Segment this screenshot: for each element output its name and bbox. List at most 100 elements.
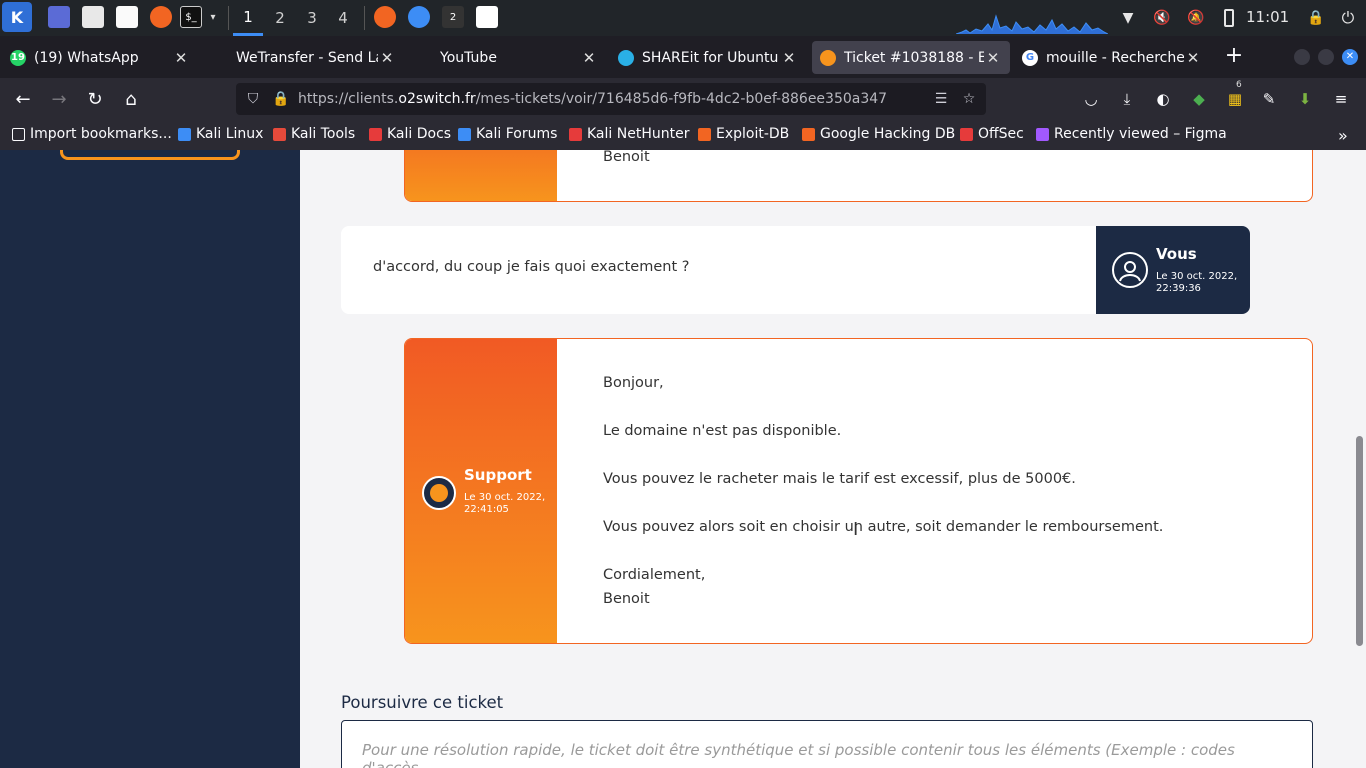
- bookmark-kali-forums[interactable]: Kali Forums: [458, 126, 557, 142]
- browser-tab-strip: 19 (19) WhatsApp ✕ WeTransfer - Send Lar…: [0, 36, 1366, 78]
- terminal-running-icon[interactable]: [476, 6, 498, 28]
- workspace-1[interactable]: 1: [233, 0, 263, 36]
- menu-icon[interactable]: ≡: [1330, 88, 1352, 110]
- follow-ticket-title: Poursuivre ce ticket: [341, 693, 504, 712]
- workspace-3[interactable]: 3: [297, 0, 327, 36]
- minimize-button[interactable]: [1294, 49, 1310, 65]
- workspace-2[interactable]: 2: [265, 0, 295, 36]
- url-prefix: https://clients.: [298, 91, 399, 107]
- mute-icon[interactable]: 🔇: [1152, 8, 1172, 28]
- bookmark-offsec[interactable]: OffSec: [960, 126, 1024, 142]
- url-text[interactable]: https://clients.o2switch.fr/mes-tickets/…: [298, 91, 887, 107]
- bookmark-figma[interactable]: Recently viewed – Figma: [1036, 126, 1227, 142]
- workspace-4[interactable]: 4: [328, 0, 358, 36]
- pocket-icon[interactable]: ◡: [1080, 88, 1102, 110]
- nethunter-icon: [569, 127, 582, 141]
- notifications-off-icon[interactable]: 🔕: [1186, 8, 1206, 28]
- kali-tools-icon: [273, 127, 286, 141]
- download-arrow-icon[interactable]: ⬇: [1294, 88, 1316, 110]
- tab-shareit[interactable]: SHAREit for Ubuntu Fr ✕: [610, 41, 806, 74]
- bookmark-star-icon[interactable]: ☆: [960, 90, 978, 108]
- offsec-icon: [960, 127, 973, 141]
- file-manager-icon[interactable]: [82, 6, 104, 28]
- tab-youtube[interactable]: YouTube ✕: [408, 41, 606, 74]
- extension-badge: 6: [1236, 80, 1242, 90]
- close-icon[interactable]: ✕: [780, 49, 798, 67]
- close-icon[interactable]: ✕: [1184, 49, 1202, 67]
- url-domain: o2switch.fr: [398, 91, 476, 107]
- more-bookmarks-icon[interactable]: »: [1338, 126, 1348, 145]
- tab-title: WeTransfer - Send Lar: [236, 49, 378, 66]
- kali-icon: [178, 127, 191, 141]
- bookmark-google-hacking-db[interactable]: Google Hacking DB: [802, 126, 955, 142]
- firefox-icon[interactable]: [150, 6, 172, 28]
- extension-icon[interactable]: ◆: [1188, 88, 1210, 110]
- reader-view-icon[interactable]: ☰: [932, 90, 950, 108]
- pen-icon[interactable]: ✎: [1258, 88, 1280, 110]
- home-button[interactable]: ⌂: [118, 86, 144, 112]
- kali-menu-icon[interactable]: K: [2, 2, 32, 32]
- bookmarks-bar: Import bookmarks... Kali Linux Kali Tool…: [0, 120, 1366, 150]
- close-icon[interactable]: ✕: [984, 49, 1002, 67]
- text-editor-icon[interactable]: [116, 6, 138, 28]
- bookmark-label: Kali NetHunter: [587, 126, 690, 142]
- maximize-button[interactable]: [1318, 49, 1334, 65]
- chromium-icon[interactable]: [408, 6, 430, 28]
- bookmark-import[interactable]: Import bookmarks...: [12, 126, 172, 142]
- support-message-date: Le 30 oct. 2022, 22:41:05: [464, 492, 554, 516]
- tab-whatsapp[interactable]: 19 (19) WhatsApp ✕: [2, 41, 198, 74]
- message-line: Le domaine n'est pas disponible.: [603, 423, 842, 439]
- support-sidebar: [405, 150, 557, 201]
- bookmark-kali-nethunter[interactable]: Kali NetHunter: [569, 126, 689, 142]
- wifi-icon[interactable]: ▼: [1118, 8, 1138, 28]
- bookmark-exploit-db[interactable]: Exploit-DB: [698, 126, 789, 142]
- support-avatar: [422, 476, 456, 510]
- tab-wetransfer[interactable]: WeTransfer - Send Lar ✕: [204, 41, 404, 74]
- reload-button[interactable]: ↻: [82, 86, 108, 112]
- user-name: Vous: [1156, 245, 1197, 263]
- screenshot-icon[interactable]: 2: [442, 6, 464, 28]
- desktop-icon[interactable]: [48, 6, 70, 28]
- close-window-button[interactable]: ✕: [1342, 49, 1358, 65]
- reply-textarea[interactable]: [341, 720, 1313, 768]
- user-avatar-icon: [1112, 252, 1148, 288]
- close-icon[interactable]: ✕: [378, 49, 396, 67]
- back-button[interactable]: ←: [10, 86, 36, 112]
- bookmark-kali-linux[interactable]: Kali Linux: [178, 126, 263, 142]
- downloads-icon[interactable]: ⤓: [1116, 88, 1138, 110]
- shield-icon[interactable]: ⛉: [244, 90, 262, 108]
- lock-icon[interactable]: 🔒: [1306, 8, 1326, 28]
- extension-icon[interactable]: ◐: [1152, 88, 1174, 110]
- whatsapp-icon: 19: [10, 49, 26, 66]
- support-name: Support: [464, 466, 532, 484]
- forward-button[interactable]: →: [46, 86, 72, 112]
- firefox-running-icon[interactable]: [374, 6, 396, 28]
- battery-icon[interactable]: [1224, 9, 1234, 27]
- tab-google[interactable]: G mouille - Recherche G ✕: [1014, 41, 1210, 74]
- url-bar[interactable]: ⛉ 🔒 https://clients.o2switch.fr/mes-tick…: [236, 83, 986, 115]
- support-sidebar: Support Le 30 oct. 2022, 22:41:05: [405, 339, 557, 643]
- browser-nav-bar: ← → ↻ ⌂ ⛉ 🔒 https://clients.o2switch.fr/…: [0, 78, 1366, 120]
- power-icon[interactable]: ⏻: [1338, 8, 1358, 28]
- lock-icon[interactable]: 🔒: [272, 90, 290, 108]
- figma-icon: [1036, 127, 1049, 141]
- clock[interactable]: 11:01: [1246, 8, 1289, 26]
- chevron-down-icon[interactable]: ▾: [206, 10, 220, 24]
- close-icon[interactable]: ✕: [172, 49, 190, 67]
- bookmark-kali-docs[interactable]: Kali Docs: [369, 126, 451, 142]
- tab-title: mouille - Recherche G: [1046, 49, 1184, 66]
- new-tab-button[interactable]: +: [1222, 44, 1246, 68]
- url-path: /mes-tickets/voir/716485d6-f9fb-4dc2-b0e…: [475, 91, 888, 107]
- tab-title: YouTube: [440, 49, 497, 66]
- terminal-icon[interactable]: $_: [180, 6, 202, 28]
- extension-icon[interactable]: ▦ 6: [1224, 80, 1246, 110]
- message-line: [603, 443, 1163, 467]
- tab-ticket[interactable]: Ticket #1038188 - Esp ✕: [812, 41, 1010, 74]
- bookmark-kali-tools[interactable]: Kali Tools: [273, 126, 355, 142]
- close-icon[interactable]: ✕: [580, 49, 598, 67]
- page-scrollbar[interactable]: [1356, 436, 1363, 646]
- sidebar-button[interactable]: [60, 150, 240, 160]
- date-line: Le 30 oct. 2022,: [464, 492, 546, 503]
- message-line: Bonjour,: [603, 375, 664, 391]
- text-cursor-icon: I: [853, 519, 859, 540]
